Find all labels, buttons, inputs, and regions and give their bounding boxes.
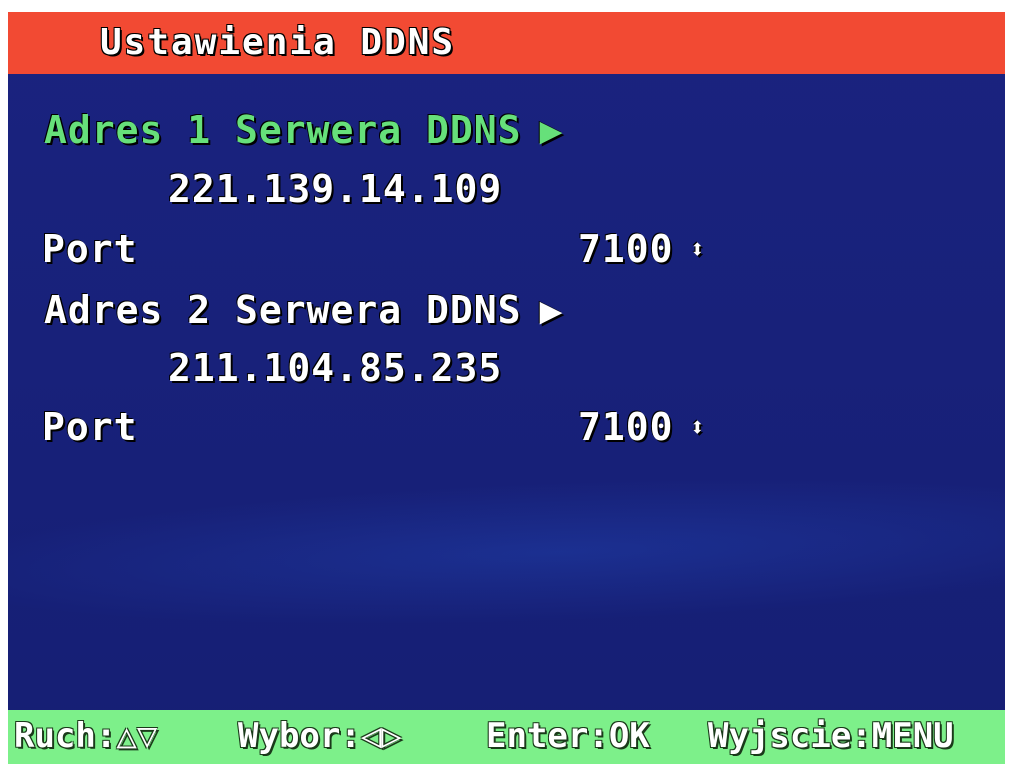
osd-screen: Ustawienia DDNS Adres 1 Serwera DDNS ▶ 22…	[8, 12, 1005, 764]
up-down-arrow-icon: ⬍	[689, 413, 707, 443]
arrow-right-icon: ▶	[539, 288, 564, 332]
up-down-arrow-icon: ⬍	[689, 235, 707, 265]
menu-item-port2-value[interactable]: 7100 ⬍	[578, 405, 706, 449]
hint-move: Ruch:△▽	[14, 716, 158, 756]
menu-item-port1-label: Port	[42, 227, 138, 271]
server1-label: Adres 1 Serwera DDNS	[44, 108, 522, 152]
hint-exit: Wyjscie:MENU	[708, 716, 954, 756]
server1-address[interactable]: 221.139.14.109	[168, 167, 502, 211]
menu-item-port2-label: Port	[42, 405, 138, 449]
port2-value: 7100	[578, 405, 674, 449]
server2-address[interactable]: 211.104.85.235	[168, 346, 502, 390]
arrow-right-icon: ▶	[539, 108, 564, 152]
title-bar: Ustawienia DDNS	[8, 12, 1005, 74]
page-title: Ustawienia DDNS	[100, 22, 456, 63]
menu-item-server2[interactable]: Adres 2 Serwera DDNS ▶	[44, 288, 563, 332]
hint-enter: Enter:OK	[486, 716, 650, 756]
server2-label: Adres 2 Serwera DDNS	[44, 288, 522, 332]
menu-item-server1[interactable]: Adres 1 Serwera DDNS ▶	[44, 108, 563, 152]
port1-value: 7100	[578, 227, 674, 271]
footer-help-bar: Ruch:△▽ Wybor:◁▷ Enter:OK Wyjscie:MENU	[8, 710, 1005, 764]
hint-select: Wybor:◁▷	[238, 716, 402, 756]
menu-item-port1-value[interactable]: 7100 ⬍	[578, 227, 706, 271]
